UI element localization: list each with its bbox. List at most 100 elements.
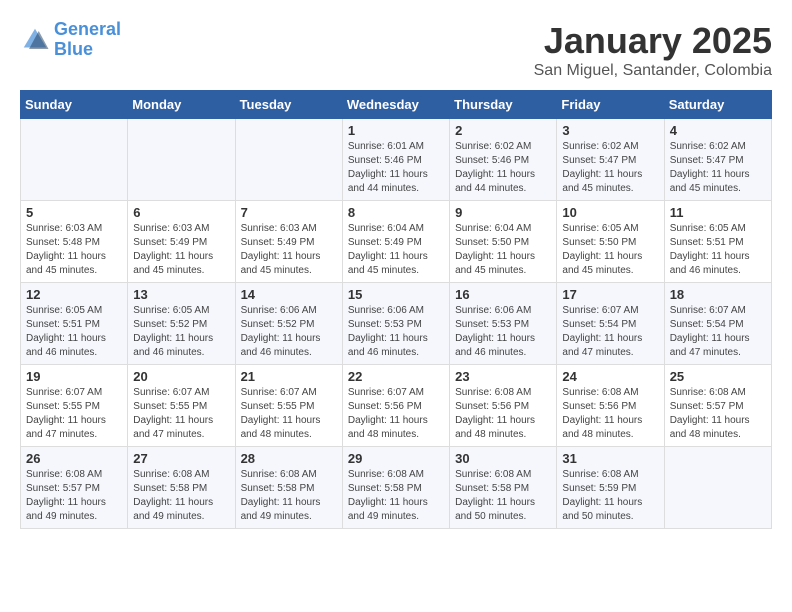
day-cell: 1 Sunrise: 6:01 AMSunset: 5:46 PMDaylight… [342,119,449,201]
day-number: 20 [133,369,229,384]
day-number: 4 [670,123,766,138]
day-info: Sunrise: 6:05 AMSunset: 5:50 PMDaylight:… [562,222,658,278]
day-number: 3 [562,123,658,138]
day-cell: 21 Sunrise: 6:07 AMSunset: 5:55 PMDayligh… [235,365,342,447]
calendar-title: January 2025 [534,20,772,62]
header-row: SundayMondayTuesdayWednesdayThursdayFrid… [21,91,772,119]
week-row-2: 5 Sunrise: 6:03 AMSunset: 5:48 PMDaylight… [21,201,772,283]
day-cell: 28Sunrise: 6:08 AMSunset: 5:58 PMDayligh… [235,447,342,529]
day-info: Sunrise: 6:02 AMSunset: 5:46 PMDaylight:… [455,140,551,196]
day-number: 22 [348,369,444,384]
day-cell: 22 Sunrise: 6:07 AMSunset: 5:56 PMDayligh… [342,365,449,447]
day-info: Sunrise: 6:08 AMSunset: 5:56 PMDaylight:… [455,386,551,442]
calendar-subtitle: San Miguel, Santander, Colombia [534,62,772,80]
title-area: January 2025 San Miguel, Santander, Colo… [534,20,772,80]
day-info: Sunrise: 6:03 AMSunset: 5:49 PMDaylight:… [241,222,337,278]
day-number: 21 [241,369,337,384]
day-info: Sunrise: 6:07 AMSunset: 5:54 PMDaylight:… [562,304,658,360]
day-number: 1 [348,123,444,138]
day-cell: 10 Sunrise: 6:05 AMSunset: 5:50 PMDayligh… [557,201,664,283]
day-number: 28 [241,451,337,466]
header-cell-sunday: Sunday [21,91,128,119]
day-cell: 6 Sunrise: 6:03 AMSunset: 5:49 PMDaylight… [128,201,235,283]
day-number: 15 [348,287,444,302]
calendar-body: 1 Sunrise: 6:01 AMSunset: 5:46 PMDaylight… [21,119,772,529]
day-info: Sunrise: 6:08 AMSunset: 5:58 PMDaylight:… [455,468,551,524]
day-cell: 26 Sunrise: 6:08 AMSunset: 5:57 PMDayligh… [21,447,128,529]
day-number: 16 [455,287,551,302]
day-info: Sunrise: 6:08 AMSunset: 5:57 PMDaylight:… [670,386,766,442]
day-number: 7 [241,205,337,220]
day-info: Sunrise: 6:03 AMSunset: 5:48 PMDaylight:… [26,222,122,278]
day-number: 12 [26,287,122,302]
day-info: Sunrise: 6:07 AMSunset: 5:55 PMDaylight:… [133,386,229,442]
day-number: 26 [26,451,122,466]
day-info: Sunrise: 6:05 AMSunset: 5:52 PMDaylight:… [133,304,229,360]
day-cell: 29 Sunrise: 6:08 AMSunset: 5:58 PMDayligh… [342,447,449,529]
day-number: 6 [133,205,229,220]
week-row-3: 12 Sunrise: 6:05 AMSunset: 5:51 PMDayligh… [21,283,772,365]
day-info: Sunrise: 6:08 AMSunset: 5:58 PMDaylight:… [348,468,444,524]
day-number: 31 [562,451,658,466]
day-cell: 12 Sunrise: 6:05 AMSunset: 5:51 PMDayligh… [21,283,128,365]
calendar-table: SundayMondayTuesdayWednesdayThursdayFrid… [20,90,772,529]
day-number: 17 [562,287,658,302]
logo: General Blue [20,20,121,60]
day-cell [664,447,771,529]
day-info: Sunrise: 6:05 AMSunset: 5:51 PMDaylight:… [26,304,122,360]
header-cell-thursday: Thursday [450,91,557,119]
day-info: Sunrise: 6:02 AMSunset: 5:47 PMDaylight:… [670,140,766,196]
week-row-4: 19Sunrise: 6:07 AMSunset: 5:55 PMDayligh… [21,365,772,447]
day-cell: 16Sunrise: 6:06 AMSunset: 5:53 PMDayligh… [450,283,557,365]
day-number: 25 [670,369,766,384]
day-info: Sunrise: 6:08 AMSunset: 5:58 PMDaylight:… [133,468,229,524]
day-cell: 20 Sunrise: 6:07 AMSunset: 5:55 PMDayligh… [128,365,235,447]
day-info: Sunrise: 6:08 AMSunset: 5:59 PMDaylight:… [562,468,658,524]
day-cell [235,119,342,201]
day-info: Sunrise: 6:08 AMSunset: 5:56 PMDaylight:… [562,386,658,442]
header-cell-saturday: Saturday [664,91,771,119]
day-info: Sunrise: 6:03 AMSunset: 5:49 PMDaylight:… [133,222,229,278]
day-cell: 27Sunrise: 6:08 AMSunset: 5:58 PMDayligh… [128,447,235,529]
day-info: Sunrise: 6:02 AMSunset: 5:47 PMDaylight:… [562,140,658,196]
day-number: 10 [562,205,658,220]
day-number: 5 [26,205,122,220]
day-cell [21,119,128,201]
day-info: Sunrise: 6:07 AMSunset: 5:54 PMDaylight:… [670,304,766,360]
week-row-5: 26 Sunrise: 6:08 AMSunset: 5:57 PMDayligh… [21,447,772,529]
day-cell: 5 Sunrise: 6:03 AMSunset: 5:48 PMDaylight… [21,201,128,283]
day-info: Sunrise: 6:07 AMSunset: 5:55 PMDaylight:… [26,386,122,442]
day-number: 8 [348,205,444,220]
header: General Blue January 2025 San Miguel, Sa… [20,20,772,80]
day-info: Sunrise: 6:01 AMSunset: 5:46 PMDaylight:… [348,140,444,196]
day-number: 11 [670,205,766,220]
day-number: 9 [455,205,551,220]
day-cell: 23Sunrise: 6:08 AMSunset: 5:56 PMDayligh… [450,365,557,447]
day-cell: 13 Sunrise: 6:05 AMSunset: 5:52 PMDayligh… [128,283,235,365]
day-info: Sunrise: 6:08 AMSunset: 5:57 PMDaylight:… [26,468,122,524]
day-cell: 14Sunrise: 6:06 AMSunset: 5:52 PMDayligh… [235,283,342,365]
day-cell: 25 Sunrise: 6:08 AMSunset: 5:57 PMDayligh… [664,365,771,447]
day-number: 24 [562,369,658,384]
day-cell: 8Sunrise: 6:04 AMSunset: 5:49 PMDaylight… [342,201,449,283]
header-cell-tuesday: Tuesday [235,91,342,119]
day-cell: 2Sunrise: 6:02 AMSunset: 5:46 PMDaylight… [450,119,557,201]
day-cell: 24 Sunrise: 6:08 AMSunset: 5:56 PMDayligh… [557,365,664,447]
header-cell-friday: Friday [557,91,664,119]
day-cell: 31 Sunrise: 6:08 AMSunset: 5:59 PMDayligh… [557,447,664,529]
day-info: Sunrise: 6:07 AMSunset: 5:55 PMDaylight:… [241,386,337,442]
day-cell: 15Sunrise: 6:06 AMSunset: 5:53 PMDayligh… [342,283,449,365]
day-number: 29 [348,451,444,466]
logo-icon [20,25,50,55]
day-cell: 30Sunrise: 6:08 AMSunset: 5:58 PMDayligh… [450,447,557,529]
day-number: 13 [133,287,229,302]
day-cell: 11Sunrise: 6:05 AMSunset: 5:51 PMDayligh… [664,201,771,283]
day-cell: 18Sunrise: 6:07 AMSunset: 5:54 PMDayligh… [664,283,771,365]
logo-text: General Blue [54,20,121,60]
day-info: Sunrise: 6:04 AMSunset: 5:50 PMDaylight:… [455,222,551,278]
logo-blue: Blue [54,39,93,59]
day-cell: 19Sunrise: 6:07 AMSunset: 5:55 PMDayligh… [21,365,128,447]
logo-general: General [54,19,121,39]
day-info: Sunrise: 6:07 AMSunset: 5:56 PMDaylight:… [348,386,444,442]
day-number: 14 [241,287,337,302]
